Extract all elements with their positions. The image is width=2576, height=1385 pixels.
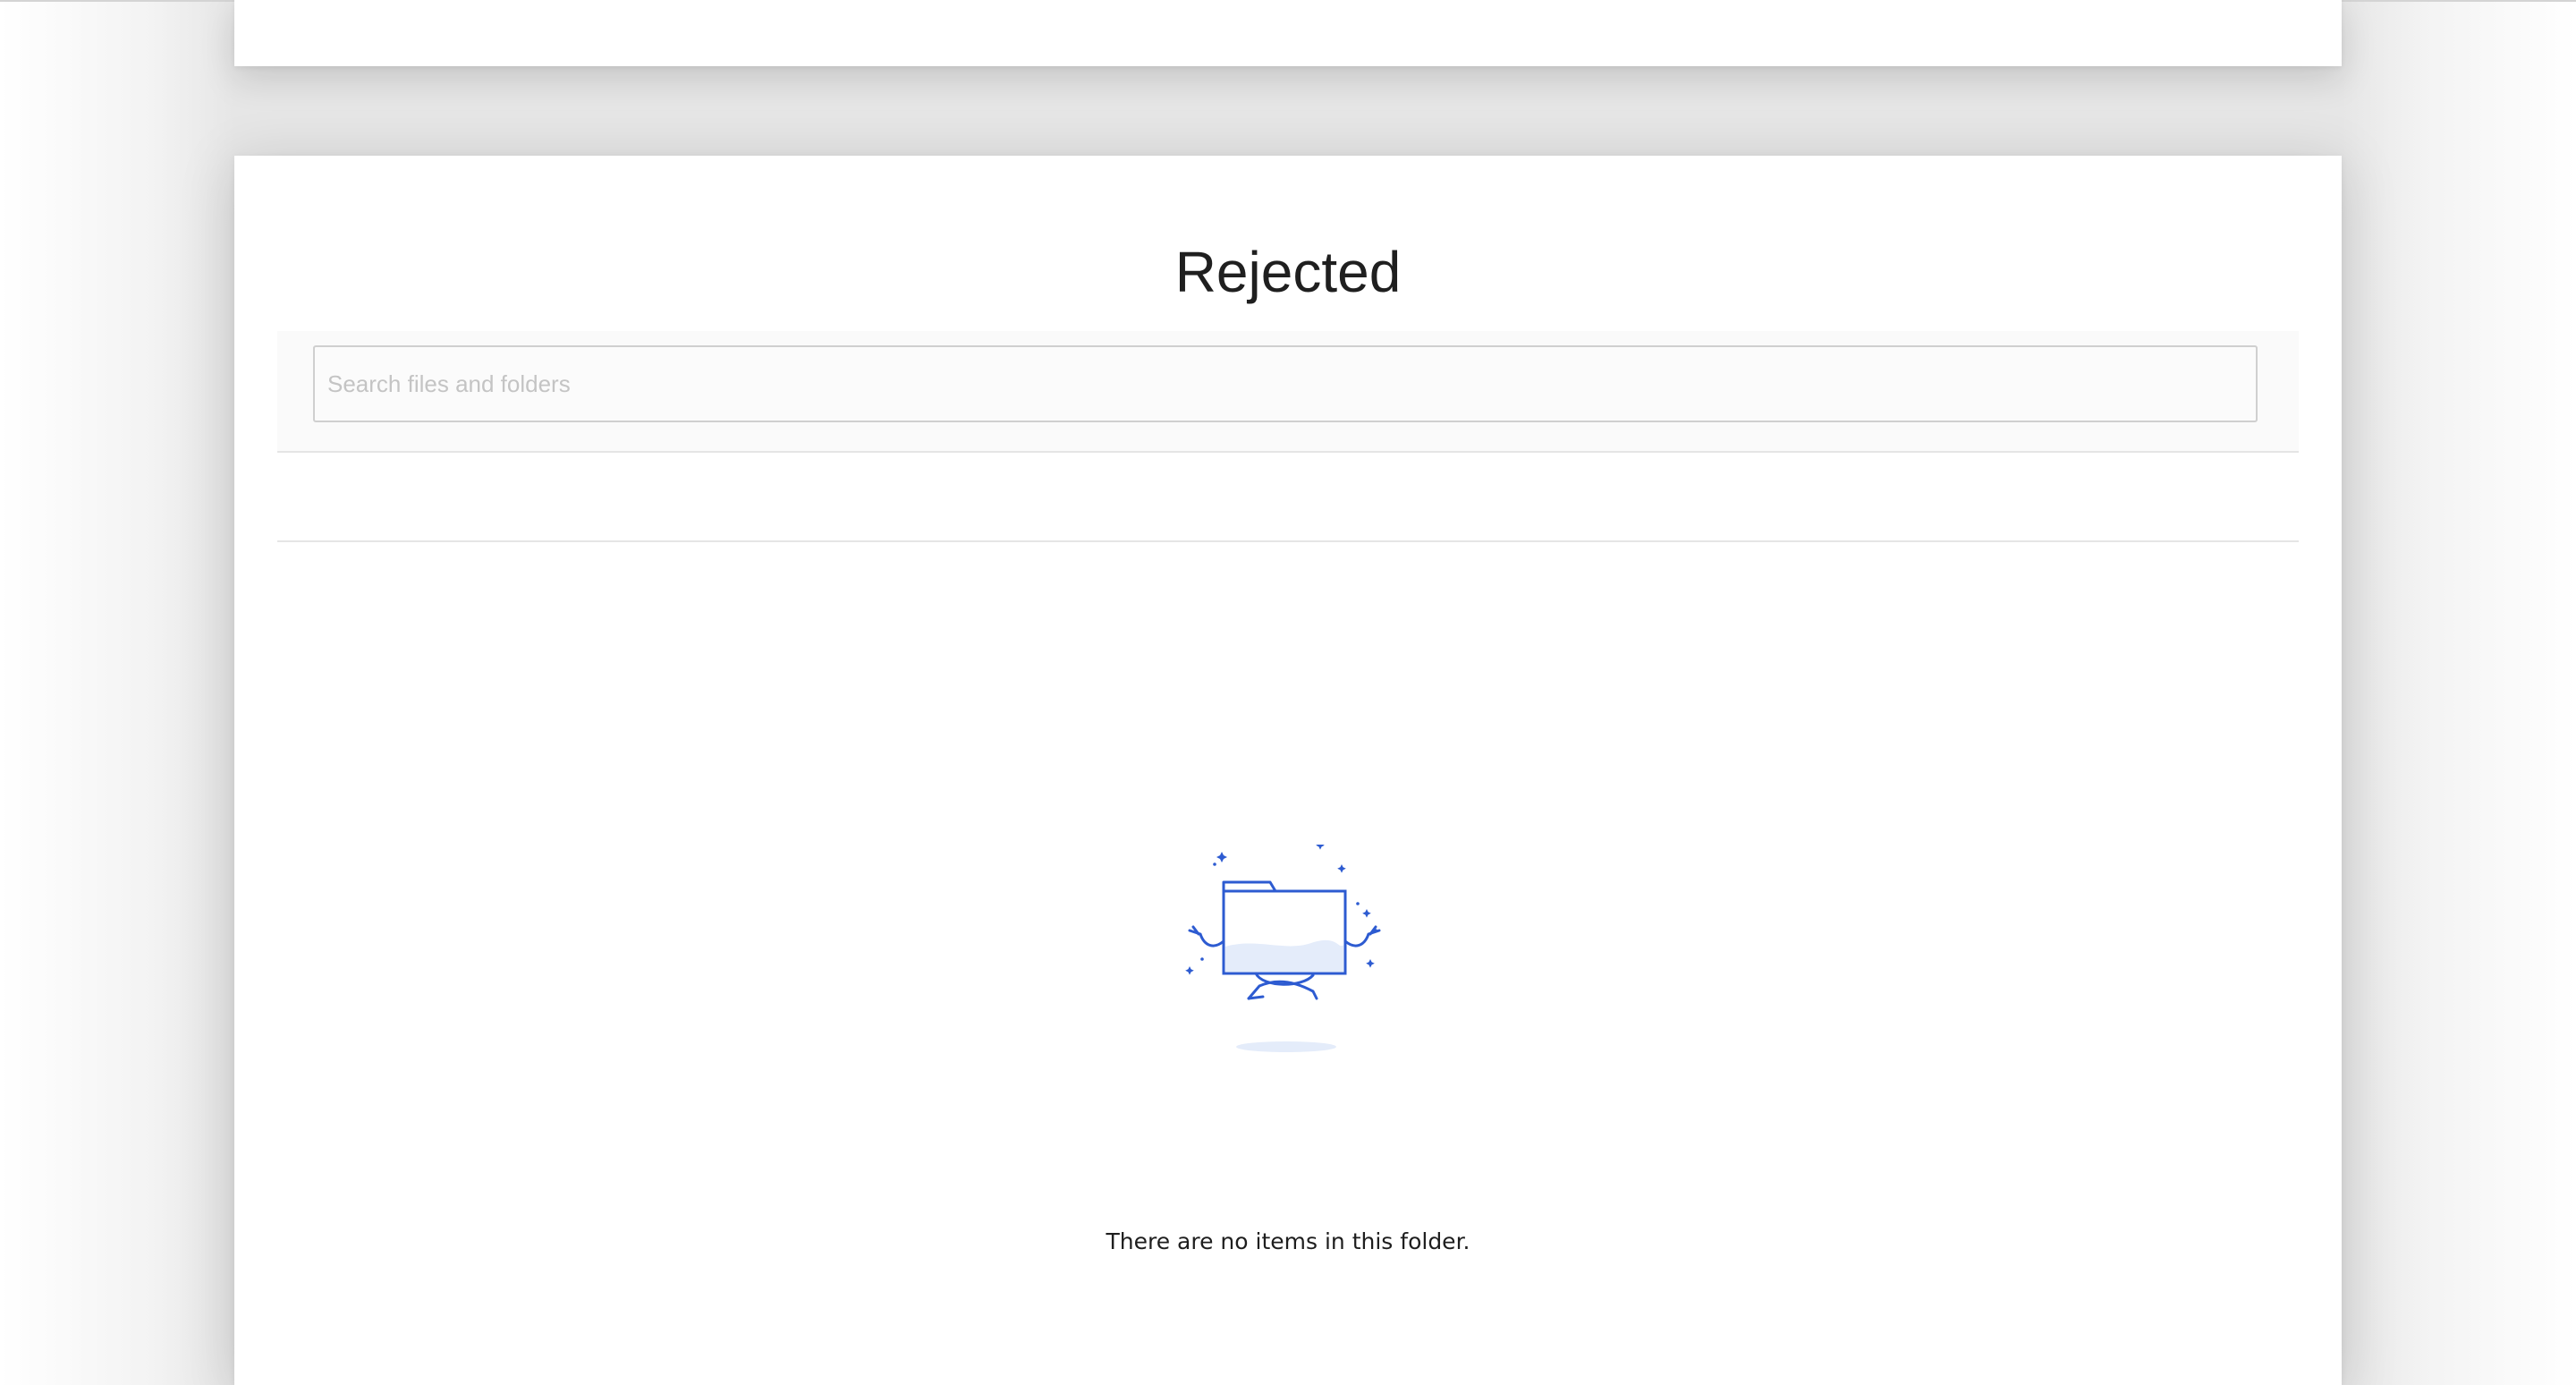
page-title: Rejected bbox=[1174, 240, 1402, 304]
file-list-header bbox=[277, 453, 2299, 542]
search-input[interactable] bbox=[313, 345, 2258, 422]
folder-panel: Rejected Search files and folders There … bbox=[234, 156, 2342, 1385]
empty-state-message: There are no items in this folder. bbox=[1106, 1228, 1470, 1254]
empty-state: There are no items in this folder. bbox=[234, 845, 2342, 1274]
meditating-folder-icon bbox=[1185, 845, 1381, 1052]
search-toolbar bbox=[277, 331, 2299, 453]
previous-card bbox=[234, 0, 2342, 66]
